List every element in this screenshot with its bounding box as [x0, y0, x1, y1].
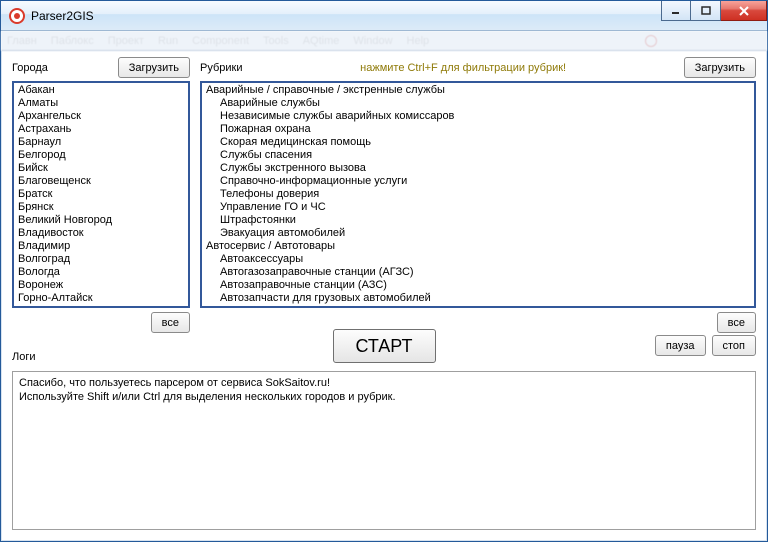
- list-item[interactable]: Автоаксессуары: [202, 253, 754, 266]
- maximize-icon: [701, 6, 711, 16]
- window-title: Parser2GIS: [31, 9, 94, 23]
- list-item[interactable]: Белгород: [14, 149, 188, 162]
- list-item[interactable]: Братск: [14, 188, 188, 201]
- rubrics-listbox[interactable]: Аварийные / справочные / экстренные служ…: [200, 81, 756, 308]
- list-item[interactable]: Воронеж: [14, 279, 188, 292]
- window-controls: [661, 1, 767, 21]
- start-button[interactable]: СТАРТ: [333, 329, 436, 363]
- list-item[interactable]: Бийск: [14, 162, 188, 175]
- minimize-button[interactable]: [661, 1, 691, 21]
- list-item[interactable]: Телефоны доверия: [202, 188, 754, 201]
- list-item[interactable]: Независимые службы аварийных комиссаров: [202, 110, 754, 123]
- list-item[interactable]: Скорая медицинская помощь: [202, 136, 754, 149]
- list-item[interactable]: Архангельск: [14, 110, 188, 123]
- minimize-icon: [671, 6, 681, 16]
- menubar-blurred: ГлавнПаблоксПроектRunComponentToolsAQtim…: [1, 31, 767, 51]
- list-item[interactable]: Пожарная охрана: [202, 123, 754, 136]
- app-window: Parser2GIS ГлавнПаблоксПроектRunComponen…: [0, 0, 768, 542]
- rubrics-load-button[interactable]: Загрузить: [684, 57, 756, 78]
- list-item[interactable]: Великий Новгород: [14, 214, 188, 227]
- cities-label: Города: [12, 62, 48, 74]
- list-item[interactable]: Аварийные / справочные / экстренные служ…: [202, 84, 754, 97]
- list-item[interactable]: Справочно-информационные услуги: [202, 175, 754, 188]
- pause-button[interactable]: пауза: [655, 335, 706, 356]
- logs-label: Логи: [12, 351, 36, 363]
- list-item[interactable]: Благовещенск: [14, 175, 188, 188]
- stop-button[interactable]: стоп: [712, 335, 757, 356]
- close-button[interactable]: [721, 1, 767, 21]
- list-item[interactable]: Эвакуация автомобилей: [202, 227, 754, 240]
- action-row: Логи СТАРТ пауза стоп: [12, 325, 756, 367]
- list-item[interactable]: Барнаул: [14, 136, 188, 149]
- rubrics-hint: нажмите Ctrl+F для фильтрации рубрик!: [242, 62, 683, 74]
- list-item[interactable]: Автозапчасти для грузовых автомобилей: [202, 292, 754, 305]
- list-item[interactable]: Волгоград: [14, 253, 188, 266]
- list-item[interactable]: Астрахань: [14, 123, 188, 136]
- list-item[interactable]: Службы спасения: [202, 149, 754, 162]
- list-item[interactable]: Владивосток: [14, 227, 188, 240]
- maximize-button[interactable]: [691, 1, 721, 21]
- list-item[interactable]: Службы экстренного вызова: [202, 162, 754, 175]
- titlebar: Parser2GIS: [1, 1, 767, 31]
- list-item[interactable]: Горно-Алтайск: [14, 292, 188, 305]
- list-item[interactable]: Алматы: [14, 97, 188, 110]
- list-item[interactable]: Автосервис / Автотовары: [202, 240, 754, 253]
- logs-textbox[interactable]: Спасибо, что пользуетесь парсером от сер…: [12, 371, 756, 530]
- close-icon: [738, 6, 750, 16]
- list-item[interactable]: Штрафстоянки: [202, 214, 754, 227]
- list-item[interactable]: Брянск: [14, 201, 188, 214]
- log-line: Спасибо, что пользуетесь парсером от сер…: [19, 376, 749, 390]
- cities-listbox[interactable]: АбаканАлматыАрхангельскАстраханьБарнаулБ…: [12, 81, 190, 308]
- list-item[interactable]: Автогазозаправочные станции (АГЗС): [202, 266, 754, 279]
- cities-panel: Города Загрузить АбаканАлматыАрхангельск…: [12, 57, 190, 319]
- log-line: Используйте Shift и/или Ctrl для выделен…: [19, 390, 749, 404]
- rubrics-panel: Рубрики нажмите Ctrl+F для фильтрации ру…: [200, 57, 756, 319]
- content-area: Города Загрузить АбаканАлматыАрхангельск…: [2, 51, 766, 540]
- list-item[interactable]: Аварийные службы: [202, 97, 754, 110]
- list-item[interactable]: Управление ГО и ЧС: [202, 201, 754, 214]
- list-item[interactable]: Абакан: [14, 84, 188, 97]
- list-item[interactable]: Владимир: [14, 240, 188, 253]
- list-item[interactable]: Автозаправочные станции (АЗС): [202, 279, 754, 292]
- rubrics-label: Рубрики: [200, 62, 242, 74]
- cities-load-button[interactable]: Загрузить: [118, 57, 190, 78]
- app-icon: [9, 8, 25, 24]
- list-item[interactable]: Вологда: [14, 266, 188, 279]
